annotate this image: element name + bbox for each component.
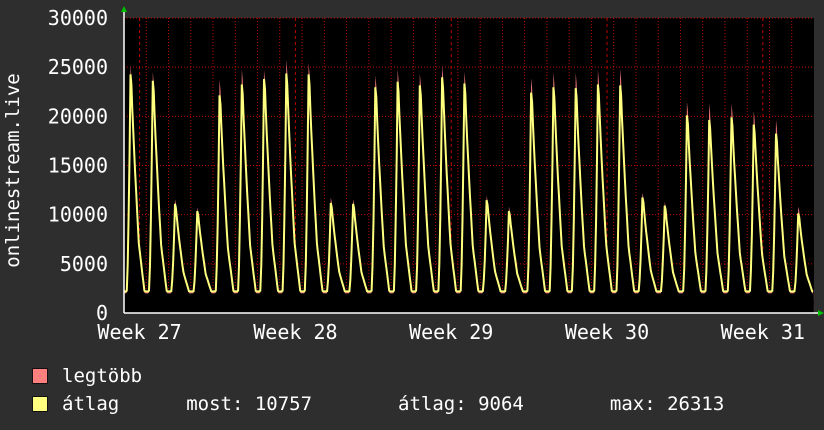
x-tick-label: Week 29 bbox=[409, 320, 493, 344]
legend-swatch-avg bbox=[32, 396, 48, 412]
legend-row-max: legtöbb bbox=[32, 362, 724, 390]
y-tick-label: 10000 bbox=[48, 203, 108, 227]
x-axis-arrow bbox=[818, 310, 824, 316]
x-tick-label: Week 30 bbox=[565, 320, 649, 344]
legend-label-avg: átlag bbox=[62, 393, 120, 415]
y-tick-label: 5000 bbox=[60, 252, 108, 276]
x-tick-label: Week 28 bbox=[253, 320, 337, 344]
y-tick-label: 20000 bbox=[48, 104, 108, 128]
stat-maximum: max: 26313 bbox=[609, 393, 725, 415]
y-tick-label: 25000 bbox=[48, 55, 108, 79]
y-axis-label: onlinestream.live bbox=[2, 73, 24, 267]
y-tick-label: 15000 bbox=[48, 154, 108, 178]
y-axis-arrow bbox=[121, 6, 127, 12]
legend-label-max: legtöbb bbox=[62, 365, 143, 387]
legend-swatch-max bbox=[32, 368, 48, 384]
stat-average: átlag: 9064 bbox=[398, 393, 524, 415]
legend: legtöbb átlag most: 10757 átlag: 9064 ma… bbox=[32, 362, 724, 418]
stat-current: most: 10757 bbox=[186, 393, 313, 415]
legend-row-avg: átlag most: 10757 átlag: 9064 max: 26313 bbox=[32, 390, 724, 418]
x-tick-label: Week 31 bbox=[721, 320, 805, 344]
x-tick-label: Week 27 bbox=[97, 320, 181, 344]
y-tick-label: 30000 bbox=[48, 6, 108, 30]
traffic-chart: 050001000015000200002500030000Week 27 Wee… bbox=[2, 6, 824, 344]
